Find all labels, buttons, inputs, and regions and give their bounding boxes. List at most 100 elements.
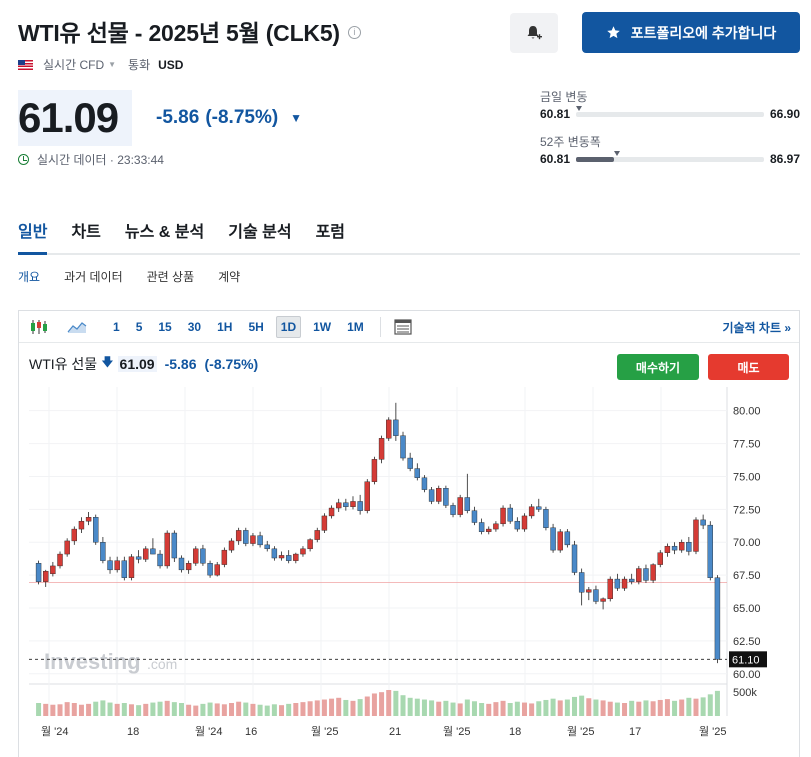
volume-bar — [128, 704, 134, 716]
candle-body — [328, 507, 335, 517]
tab-general[interactable]: 일반 — [18, 216, 48, 255]
volume-bar — [207, 702, 213, 716]
volume-bar — [443, 700, 449, 716]
candle-body — [443, 488, 449, 506]
clock-icon — [18, 154, 29, 165]
candle-body — [193, 548, 199, 564]
tab-technical[interactable]: 기술 분석 — [228, 216, 291, 253]
candle-body — [107, 560, 113, 571]
volume-bar — [479, 703, 485, 716]
volume-bar — [300, 702, 306, 716]
timeframe-1d[interactable]: 1D — [275, 315, 302, 338]
currency-value: USD — [158, 57, 184, 72]
volume-bar — [636, 701, 642, 716]
candle-body — [607, 578, 613, 600]
candle-body — [71, 528, 78, 542]
timeframe-1[interactable]: 1 — [109, 317, 124, 337]
volume-bar — [464, 699, 470, 716]
x-tick-label: 18 — [509, 726, 521, 738]
timeframe-5h[interactable]: 5H — [244, 317, 267, 337]
down-arrow-icon: ▼ — [290, 111, 303, 125]
volume-bar — [371, 693, 377, 716]
candle-body — [628, 578, 635, 582]
bell-plus-icon — [527, 26, 542, 40]
table-view-icon[interactable] — [389, 316, 417, 338]
volume-bar — [236, 701, 242, 716]
volume-bar — [686, 697, 692, 716]
week52-range-marker — [613, 150, 620, 156]
technical-chart-link[interactable]: 기술적 차트 » — [722, 319, 791, 336]
volume-bar — [643, 700, 649, 716]
watermark-logo: Investing — [44, 649, 141, 674]
candle-body — [700, 519, 706, 526]
candle-body — [271, 548, 278, 559]
buy-button[interactable]: 매수하기 — [617, 354, 699, 380]
main-tabs: 일반 차트 뉴스 & 분석 기술 분석 포럼 — [18, 216, 800, 255]
candle-body — [235, 530, 242, 542]
info-icon[interactable]: i — [347, 25, 361, 39]
volume-bar — [607, 701, 613, 716]
add-to-portfolio-button[interactable]: 포트폴리오에 추가합니다 — [582, 12, 800, 53]
candle-body — [50, 565, 56, 575]
subtab-contract[interactable]: 계약 — [218, 268, 240, 285]
tab-chart[interactable]: 차트 — [71, 216, 100, 253]
candle-body — [664, 545, 671, 553]
price-alert-button[interactable] — [510, 13, 558, 53]
price-change: -5.86 (-8.75%) ▼ — [156, 107, 302, 129]
tab-news-analysis[interactable]: 뉴스 & 분석 — [125, 216, 204, 253]
volume-bar — [336, 697, 342, 716]
candle-body — [307, 539, 313, 550]
legend-name: WTI유 선물 — [29, 355, 98, 372]
candle-body — [578, 572, 585, 593]
candle-body — [414, 468, 421, 478]
timeframe-1m[interactable]: 1M — [343, 317, 368, 337]
candle-body — [657, 552, 663, 565]
volume-bar — [264, 705, 270, 716]
market-type[interactable]: 실시간 CFD — [43, 56, 104, 73]
timeframe-1h[interactable]: 1H — [213, 317, 236, 337]
candle-body — [278, 555, 285, 559]
candle-body — [264, 544, 270, 550]
timeframe-1w[interactable]: 1W — [309, 317, 335, 337]
volume-bar — [221, 704, 227, 716]
tab-forum[interactable]: 포럼 — [316, 216, 345, 253]
y-tick-label: 60.00 — [733, 669, 761, 681]
volume-bar — [543, 699, 549, 716]
candlestick-icon[interactable] — [25, 316, 53, 338]
subtab-overview[interactable]: 개요 — [18, 268, 40, 285]
timeframe-30[interactable]: 30 — [184, 317, 205, 337]
volume-bar — [314, 700, 320, 716]
candle-body — [550, 527, 556, 551]
us-flag-icon — [18, 59, 33, 70]
candle-body — [214, 564, 220, 576]
subtab-history[interactable]: 과거 데이터 — [64, 268, 123, 285]
volume-bar — [629, 700, 635, 716]
subtab-related[interactable]: 관련 상품 — [147, 268, 195, 285]
sub-tabs: 개요 과거 데이터 관련 상품 계약 — [18, 268, 240, 285]
candle-body — [157, 553, 163, 567]
volume-bar — [43, 703, 49, 716]
chevron-down-icon[interactable]: ▼ — [108, 60, 116, 69]
watermark-suffix: .com — [147, 656, 177, 672]
candle-body — [257, 535, 263, 546]
candle-body — [57, 553, 63, 567]
volume-bar — [664, 699, 670, 716]
sell-button[interactable]: 매도 — [708, 354, 789, 380]
volume-bar — [178, 703, 184, 716]
candle-body — [521, 515, 528, 530]
candle-body — [207, 563, 213, 576]
volume-bar — [579, 695, 585, 716]
add-to-portfolio-label: 포트폴리오에 추가합니다 — [630, 24, 777, 41]
y-tick-label: 67.50 — [733, 570, 761, 582]
area-chart-icon[interactable] — [63, 316, 91, 338]
timeframe-15[interactable]: 15 — [154, 317, 175, 337]
volume-bar — [536, 701, 542, 716]
change-value: -5.86 — [156, 107, 200, 128]
candle-body — [293, 553, 299, 561]
timeframe-5[interactable]: 5 — [132, 317, 147, 337]
volume-bar — [364, 696, 370, 716]
candle-body — [335, 502, 342, 509]
candle-body — [357, 501, 363, 511]
volume-bar — [193, 705, 199, 716]
volume-bar — [486, 703, 492, 716]
